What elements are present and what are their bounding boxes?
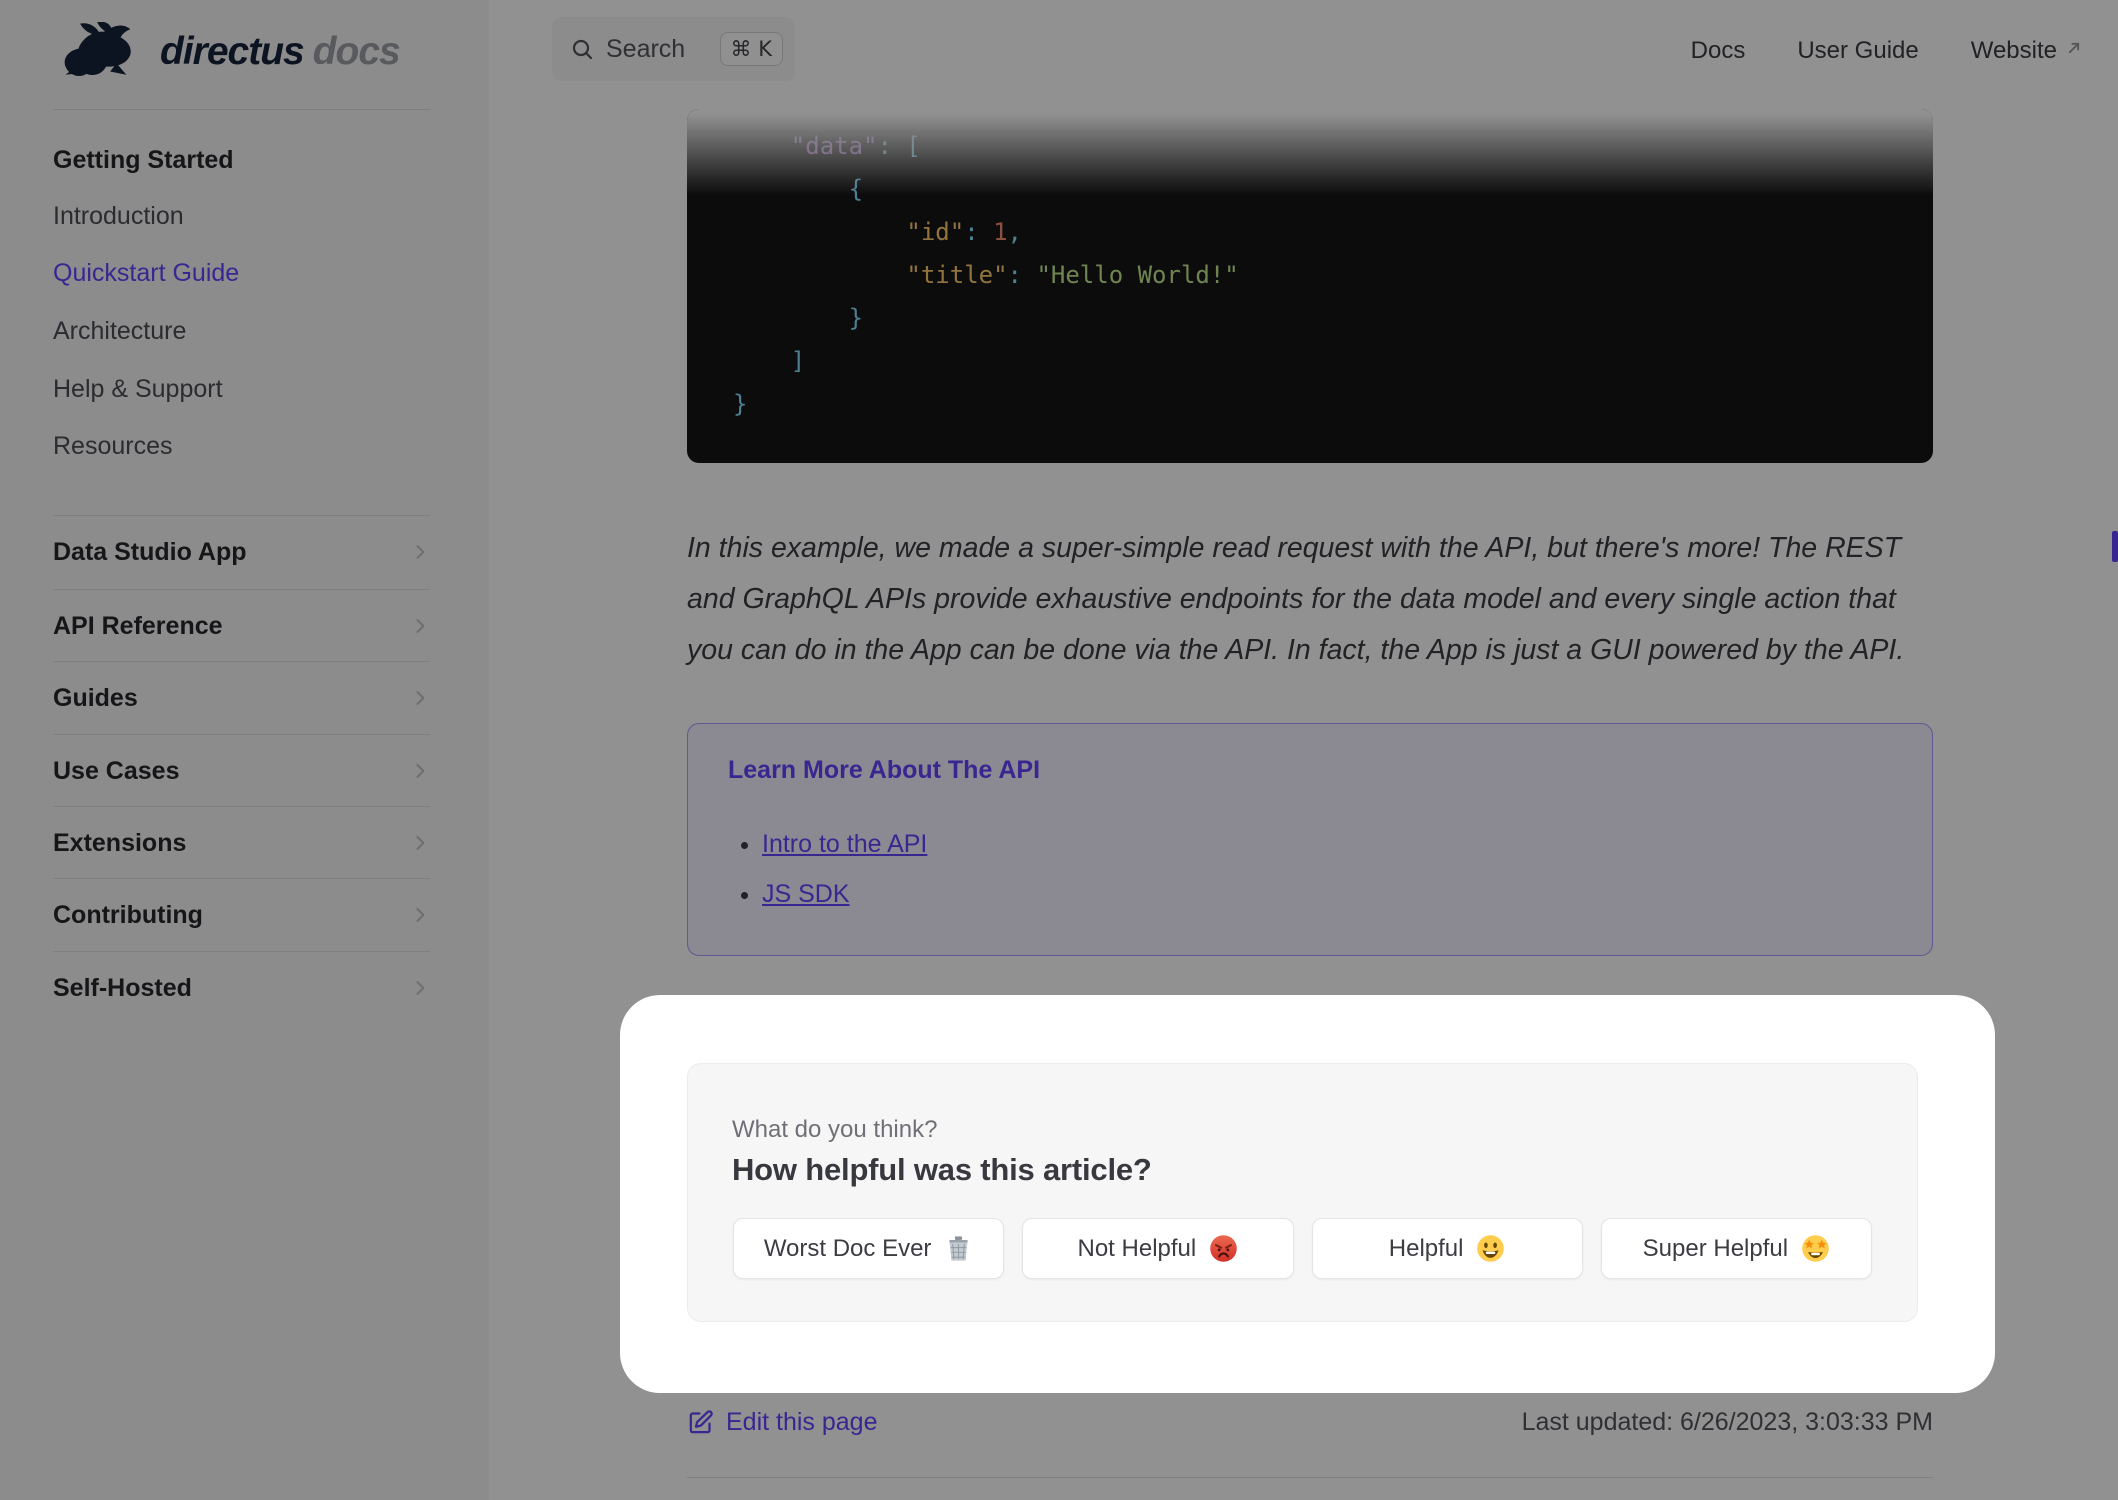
sidebar-section-guides[interactable]: Guides	[53, 680, 430, 716]
sidebar-section-label: Self-Hosted	[53, 973, 192, 1002]
edit-pencil-icon	[689, 1409, 713, 1433]
logo-wordmark: directus docs	[160, 30, 401, 74]
chevron-right-icon	[416, 619, 425, 633]
sidebar-section-label: API Reference	[53, 611, 223, 640]
divider	[53, 878, 430, 879]
sidebar-item-help-support[interactable]: Help & Support	[53, 372, 223, 406]
last-updated: Last updated: 6/26/2023, 3:03:33 PM	[1521, 1407, 1933, 1436]
sidebar-item-introduction[interactable]: Introduction	[53, 199, 184, 233]
edit-this-page-label: Edit this page	[726, 1407, 878, 1436]
sidebar-item-quickstart-guide[interactable]: Quickstart Guide	[53, 256, 239, 290]
sidebar-section-self-hosted[interactable]: Self-Hosted	[53, 970, 430, 1006]
page: directus docs Getting Started Introductio…	[0, 0, 2118, 1500]
scrollbar-thumb[interactable]	[2112, 531, 2118, 562]
feedback-button-helpful[interactable]: Helpful	[1311, 1218, 1583, 1279]
link-intro-to-the-api[interactable]: Intro to the API	[762, 830, 927, 858]
external-link-icon	[2068, 42, 2080, 54]
logo[interactable]: directus docs	[60, 22, 401, 82]
feedback-button-not-helpful[interactable]: Not Helpful	[1022, 1218, 1294, 1279]
link-js-sdk[interactable]: JS SDK	[762, 880, 850, 908]
chevron-right-icon	[416, 981, 425, 995]
smiley-face-emoji-icon	[1477, 1235, 1505, 1262]
learn-more-callout: Learn More About The API Intro to the AP…	[687, 723, 1933, 956]
nav-link-label: Docs	[1690, 37, 1746, 64]
article-paragraph: In this example, we made a super-simple …	[687, 531, 1905, 666]
divider	[53, 661, 430, 662]
sidebar-section-api-reference[interactable]: API Reference	[53, 608, 430, 644]
sidebar-section-use-cases[interactable]: Use Cases	[53, 753, 430, 789]
list-item: JS SDK	[762, 877, 1892, 911]
nav-link-docs[interactable]: Docs	[1691, 37, 1746, 65]
callout-link-list: Intro to the API JS SDK	[728, 827, 1892, 911]
search-shortcut: ⌘ K	[719, 32, 783, 66]
nav-link-user-guide[interactable]: User Guide	[1797, 37, 1918, 65]
nav-link-label: Website	[1970, 37, 2057, 64]
feedback-button-label: Helpful	[1388, 1234, 1464, 1262]
angry-face-emoji-icon	[1210, 1235, 1238, 1262]
divider	[53, 589, 430, 590]
divider	[53, 951, 430, 952]
feedback-title: How helpful was this article?	[732, 1152, 1152, 1187]
sidebar-section-label: Extensions	[53, 828, 187, 857]
sidebar-item-resources[interactable]: Resources	[53, 429, 173, 463]
sidebar-section-label: Data Studio App	[53, 537, 247, 566]
sidebar-section-data-studio-app[interactable]: Data Studio App	[53, 534, 430, 570]
sidebar-section-label: Contributing	[53, 900, 203, 929]
divider	[53, 806, 430, 807]
feedback-card: What do you think? How helpful was this …	[687, 1063, 1918, 1322]
sidebar-section-extensions[interactable]: Extensions	[53, 825, 430, 861]
sidebar-item-architecture[interactable]: Architecture	[53, 314, 186, 348]
sidebar-section-label: Guides	[53, 683, 138, 712]
feedback-button-label: Not Helpful	[1077, 1234, 1197, 1262]
callout-title: Learn More About The API	[728, 756, 1041, 784]
directus-rabbit-icon	[64, 22, 131, 76]
chevron-right-icon	[416, 764, 425, 778]
feedback-button-super-helpful[interactable]: Super Helpful	[1600, 1218, 1872, 1279]
sidebar-section-label: Use Cases	[53, 756, 180, 785]
feedback-button-label: Super Helpful	[1642, 1234, 1789, 1262]
divider	[687, 1477, 1933, 1478]
feedback-caption: What do you think?	[732, 1116, 938, 1143]
search-button[interactable]: Search ⌘ K	[552, 17, 795, 81]
chevron-right-icon	[416, 908, 425, 922]
list-item: Intro to the API	[762, 827, 1892, 861]
logo-name: directus	[160, 30, 305, 73]
feedback-button-worst-doc-ever[interactable]: Worst Doc Ever	[733, 1218, 1005, 1279]
star-struck-emoji-icon	[1802, 1235, 1829, 1262]
chevron-right-icon	[416, 691, 425, 705]
sidebar-section-title: Getting Started	[53, 146, 234, 174]
code-block: "data": [ { "id": 1, "title": "Hello Wor…	[687, 109, 1933, 463]
feedback-buttons: Worst Doc Ever Not Helpful Helpful Super…	[733, 1218, 1872, 1279]
chevron-right-icon	[416, 545, 425, 559]
search-icon	[572, 39, 593, 60]
code-snippet: "data": [ { "id": 1, "title": "Hello Wor…	[733, 132, 1239, 418]
search-label: Search	[606, 34, 686, 63]
divider	[53, 734, 430, 735]
nav-link-website[interactable]: Website	[1971, 37, 2084, 65]
sidebar-section-contributing[interactable]: Contributing	[53, 897, 430, 933]
feedback-button-label: Worst Doc Ever	[763, 1234, 932, 1262]
edit-this-page-link[interactable]: Edit this page	[687, 1408, 878, 1437]
top-nav: Docs User Guide Website	[1691, 18, 2084, 84]
wastebasket-emoji-icon	[949, 1236, 968, 1261]
page-footer: Edit this page Last updated: 6/26/2023, …	[687, 1402, 1933, 1442]
logo-suffix: docs	[312, 30, 401, 73]
divider	[53, 515, 430, 516]
feedback-spotlight: What do you think? How helpful was this …	[620, 995, 1995, 1393]
sidebar-top-divider	[53, 109, 430, 110]
nav-link-label: User Guide	[1797, 37, 1919, 64]
chevron-right-icon	[416, 836, 425, 850]
sidebar: directus docs Getting Started Introductio…	[0, 0, 489, 1500]
